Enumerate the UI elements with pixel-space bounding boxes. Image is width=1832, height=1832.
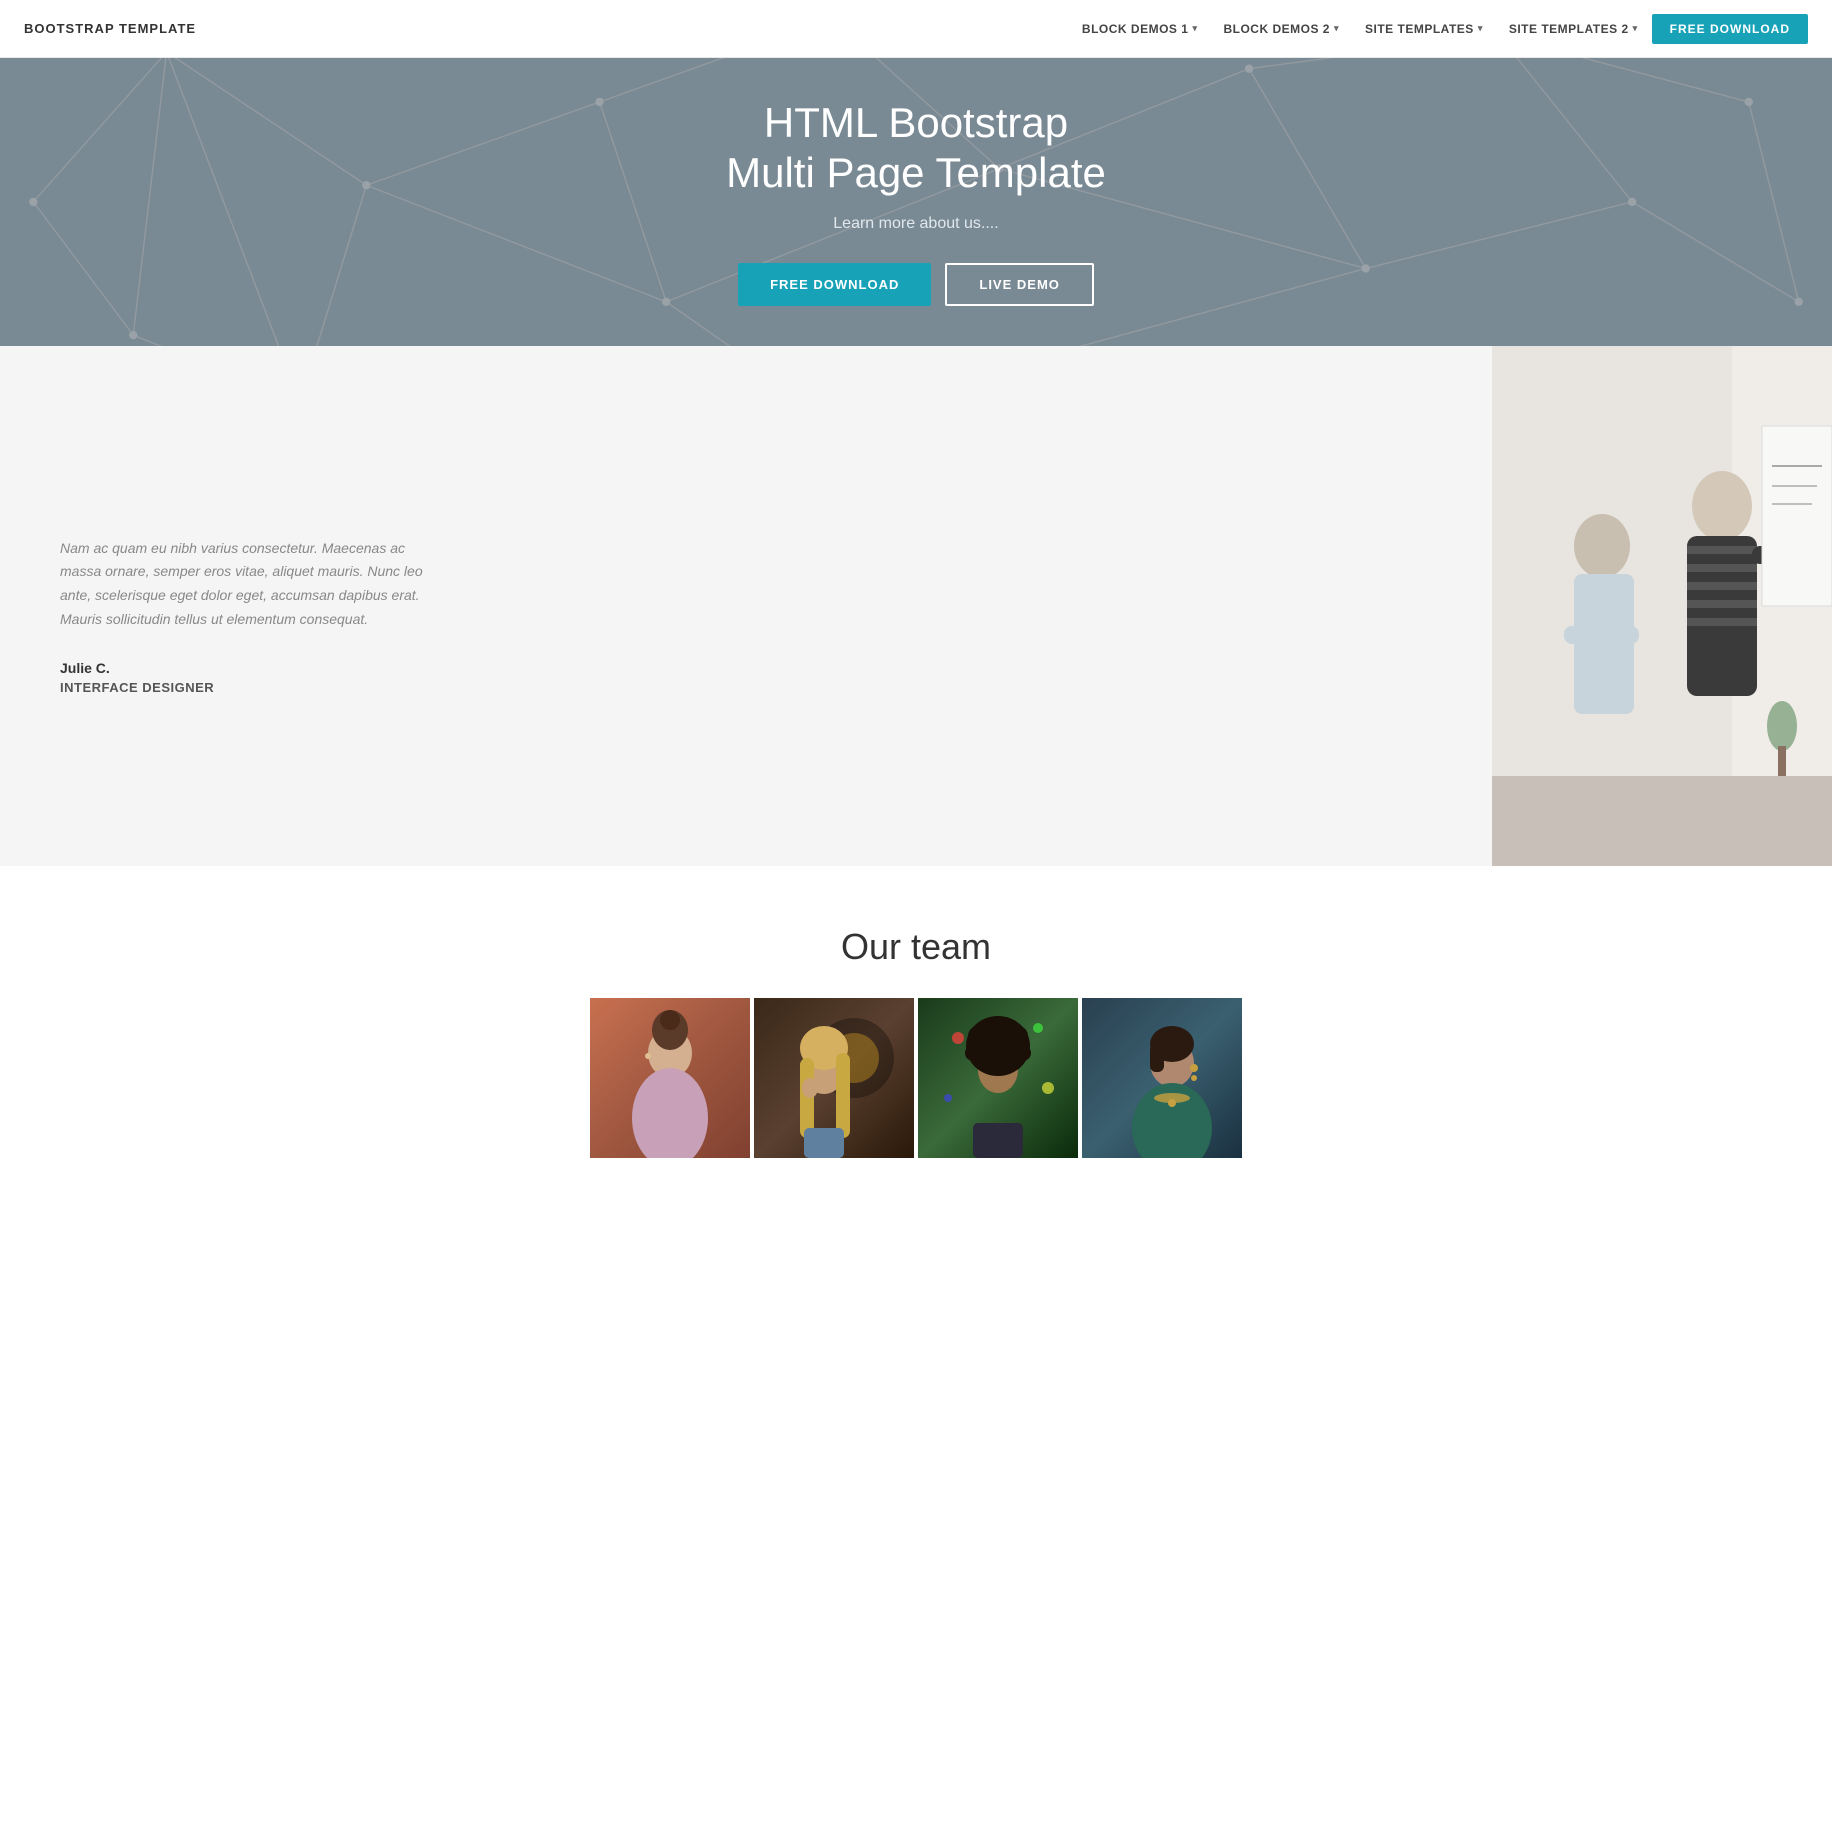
about-quote: Nam ac quam eu nibh varius consectetur. … (60, 537, 440, 632)
hero-content: HTML Bootstrap Multi Page Template Learn… (726, 98, 1106, 306)
chevron-down-icon: ▾ (1633, 23, 1638, 34)
team-member-4 (1082, 998, 1242, 1158)
navbar-brand[interactable]: BOOTSTRAP TEMPLATE (24, 21, 196, 36)
team-section-title: Our team (20, 926, 1812, 968)
chevron-down-icon: ▾ (1192, 23, 1197, 34)
hero-buttons: FREE DOWNLOAD LIVE DEMO (726, 263, 1106, 306)
chevron-down-icon: ▾ (1478, 23, 1483, 34)
about-person-role: INTERFACE DESIGNER (60, 680, 1432, 695)
team-member-2 (754, 998, 914, 1158)
nav-block-demos-2[interactable]: BLOCK DEMOS 2 ▾ (1211, 16, 1351, 42)
about-image-column (1492, 346, 1832, 866)
team-member-3 (918, 998, 1078, 1158)
navbar-download-button[interactable]: FREE DOWNLOAD (1652, 14, 1808, 44)
nav-block-demos-1[interactable]: BLOCK DEMOS 1 ▾ (1070, 16, 1210, 42)
team-grid (20, 998, 1812, 1158)
team-section: Our team (0, 866, 1832, 1158)
hero-title: HTML Bootstrap Multi Page Template (726, 98, 1106, 199)
nav-site-templates[interactable]: SITE TEMPLATES ▾ (1353, 16, 1495, 42)
team-member-1 (590, 998, 750, 1158)
about-photo (1492, 346, 1832, 866)
about-person-name: Julie C. (60, 660, 1432, 676)
nav-site-templates-2[interactable]: SITE TEMPLATES 2 ▾ (1497, 16, 1650, 42)
hero-subtitle: Learn more about us.... (726, 215, 1106, 233)
navbar-links: BLOCK DEMOS 1 ▾ BLOCK DEMOS 2 ▾ SITE TEM… (1070, 14, 1808, 44)
about-section: Nam ac quam eu nibh varius consectetur. … (0, 346, 1832, 866)
hero-demo-button[interactable]: LIVE DEMO (945, 263, 1094, 306)
about-text-column: Nam ac quam eu nibh varius consectetur. … (0, 346, 1492, 866)
hero-section: HTML Bootstrap Multi Page Template Learn… (0, 58, 1832, 346)
chevron-down-icon: ▾ (1334, 23, 1339, 34)
navbar: BOOTSTRAP TEMPLATE BLOCK DEMOS 1 ▾ BLOCK… (0, 0, 1832, 58)
hero-download-button[interactable]: FREE DOWNLOAD (738, 263, 931, 306)
